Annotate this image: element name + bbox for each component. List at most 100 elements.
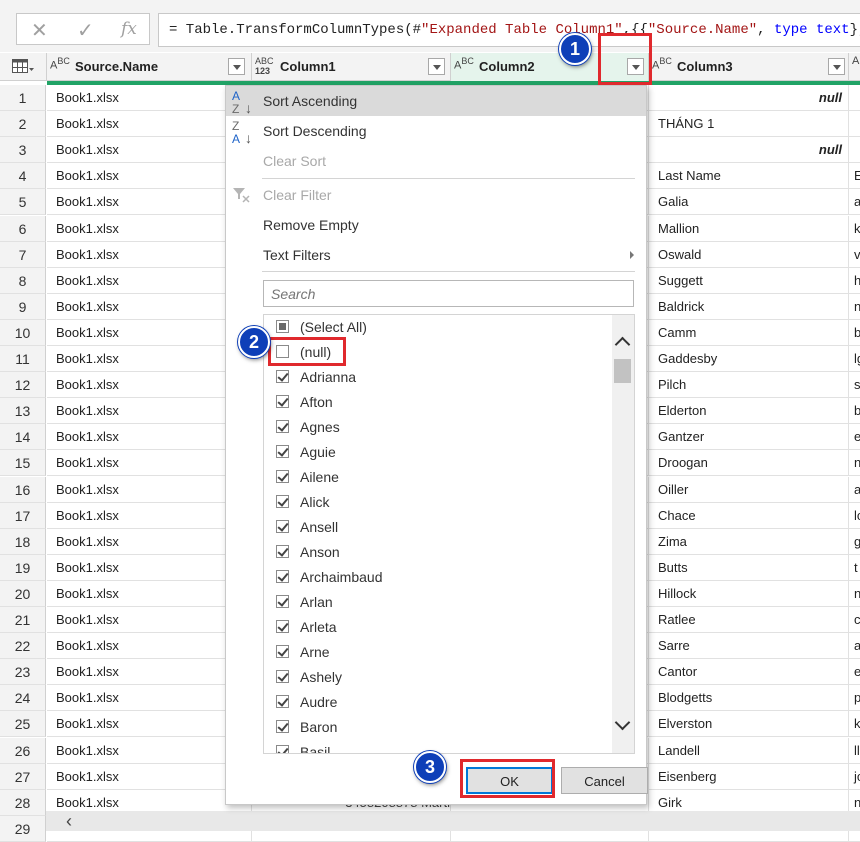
cell-column4[interactable]: a: [849, 633, 860, 660]
cell-column4[interactable]: n: [849, 581, 860, 607]
text-type-icon[interactable]: ABC: [652, 56, 672, 71]
cell-column3[interactable]: Baldrick: [649, 293, 849, 320]
cell-source-name[interactable]: Book1.xlsx: [47, 215, 252, 242]
column-header-column1[interactable]: ABC 123 Column1: [252, 53, 451, 81]
cell-column4[interactable]: [849, 137, 860, 164]
cell-column4[interactable]: t: [849, 555, 860, 581]
cell-column3[interactable]: THÁNG 1: [649, 111, 849, 138]
fx-icon[interactable]: fx: [121, 19, 137, 39]
cell-column3[interactable]: Landell: [649, 737, 849, 764]
cell-column3[interactable]: Pilch: [649, 372, 849, 399]
clear-filter-item[interactable]: Clear Filter: [226, 180, 646, 210]
cell-source-name[interactable]: Book1.xlsx: [47, 137, 252, 164]
cell-column3[interactable]: Camm: [649, 319, 849, 346]
cell-column3[interactable]: null: [649, 85, 849, 111]
cell-column4[interactable]: n: [849, 294, 860, 320]
cell-column4[interactable]: E: [849, 163, 860, 190]
checkbox[interactable]: [276, 595, 289, 608]
checkbox[interactable]: [276, 695, 289, 708]
cell-column3[interactable]: Hillock: [649, 580, 849, 607]
confirm-formula-icon[interactable]: ✓: [77, 18, 94, 43]
clear-sort-item[interactable]: Clear Sort: [226, 146, 646, 176]
cell-source-name[interactable]: Book1.xlsx: [47, 85, 252, 111]
checkbox[interactable]: [276, 420, 289, 433]
cell-column4[interactable]: h: [849, 268, 860, 294]
checkbox[interactable]: [276, 445, 289, 458]
row-number[interactable]: 22: [0, 633, 46, 660]
cell-column4[interactable]: [849, 111, 860, 138]
checkbox[interactable]: [276, 495, 289, 508]
scroll-left-icon[interactable]: ‹: [66, 811, 72, 831]
cell-source-name[interactable]: Book1.xlsx: [47, 372, 252, 399]
row-number[interactable]: 10: [0, 319, 46, 346]
row-number[interactable]: 9: [0, 293, 46, 320]
cell-source-name[interactable]: Book1.xlsx: [47, 659, 252, 686]
row-number[interactable]: 28: [0, 789, 46, 816]
cell-column4[interactable]: e: [849, 424, 860, 451]
row-number[interactable]: 23: [0, 659, 46, 686]
row-number[interactable]: 14: [0, 424, 46, 451]
cell-source-name[interactable]: Book1.xlsx: [47, 293, 252, 320]
cell-column4[interactable]: g: [849, 529, 860, 555]
cell-column4[interactable]: lc: [849, 503, 860, 529]
cell-column3[interactable]: Butts: [649, 554, 849, 581]
cell-column4[interactable]: a: [849, 477, 860, 503]
cell-column3[interactable]: Droogan: [649, 450, 849, 477]
row-number[interactable]: 13: [0, 398, 46, 425]
cell-column3[interactable]: Blodgetts: [649, 685, 849, 712]
text-type-icon[interactable]: ABC: [50, 56, 70, 71]
scrollbar-thumb[interactable]: [614, 359, 631, 383]
cell-source-name[interactable]: Book1.xlsx: [47, 685, 252, 712]
cell-column3[interactable]: Sarre: [649, 633, 849, 660]
cell-column4[interactable]: b: [849, 398, 860, 425]
checkbox[interactable]: [276, 520, 289, 533]
cell-source-name[interactable]: Book1.xlsx: [47, 163, 252, 190]
cell-column3[interactable]: Cantor: [649, 659, 849, 686]
cell-column3[interactable]: Oiller: [649, 476, 849, 503]
row-number[interactable]: 21: [0, 607, 46, 633]
filter-dropdown-button[interactable]: [428, 58, 445, 75]
cell-source-name[interactable]: Book1.xlsx: [47, 450, 252, 477]
cell-source-name[interactable]: Book1.xlsx: [47, 111, 252, 138]
cell-column4[interactable]: lg: [849, 346, 860, 372]
checkbox[interactable]: [276, 745, 289, 753]
cell-source-name[interactable]: Book1.xlsx: [47, 607, 252, 633]
row-number[interactable]: 24: [0, 685, 46, 712]
checkbox[interactable]: [276, 470, 289, 483]
row-number[interactable]: 12: [0, 372, 46, 399]
cell-column4[interactable]: b: [849, 320, 860, 346]
cell-source-name[interactable]: Book1.xlsx: [47, 502, 252, 529]
cell-column3[interactable]: null: [649, 137, 849, 164]
any-type-icon[interactable]: ABC 123: [255, 56, 274, 76]
row-number[interactable]: 5: [0, 189, 46, 216]
row-number[interactable]: 8: [0, 267, 46, 294]
checkbox[interactable]: [276, 545, 289, 558]
cell-source-name[interactable]: Book1.xlsx: [47, 346, 252, 372]
scroll-down-icon[interactable]: [614, 714, 631, 731]
row-number[interactable]: 29: [0, 815, 46, 842]
cell-column3[interactable]: Suggett: [649, 267, 849, 294]
row-number[interactable]: 1: [0, 85, 46, 111]
checkbox[interactable]: [276, 320, 289, 333]
cell-column4[interactable]: jc: [849, 764, 860, 790]
row-number[interactable]: 7: [0, 241, 46, 268]
checkbox[interactable]: [276, 670, 289, 683]
scroll-up-icon[interactable]: [614, 336, 631, 353]
cell-column3[interactable]: Zima: [649, 528, 849, 555]
cell-column3[interactable]: Oswald: [649, 241, 849, 268]
cell-column3[interactable]: Galia: [649, 189, 849, 216]
cell-column3[interactable]: Elverston: [649, 711, 849, 738]
cancel-formula-icon[interactable]: ✕: [31, 18, 48, 43]
cell-column4[interactable]: c: [849, 607, 860, 633]
cell-column3[interactable]: Gaddesby: [649, 346, 849, 372]
text-type-icon[interactable]: ABC: [454, 56, 474, 71]
checkbox[interactable]: [276, 395, 289, 408]
cell-column3[interactable]: Chace: [649, 502, 849, 529]
cell-column4[interactable]: ll: [849, 738, 860, 764]
cell-column4[interactable]: e: [849, 659, 860, 686]
cell-column4[interactable]: a: [849, 189, 860, 216]
row-number[interactable]: 18: [0, 528, 46, 555]
row-number[interactable]: 4: [0, 163, 46, 190]
cell-column4[interactable]: k: [849, 711, 860, 738]
remove-empty-item[interactable]: Remove Empty: [226, 210, 646, 240]
